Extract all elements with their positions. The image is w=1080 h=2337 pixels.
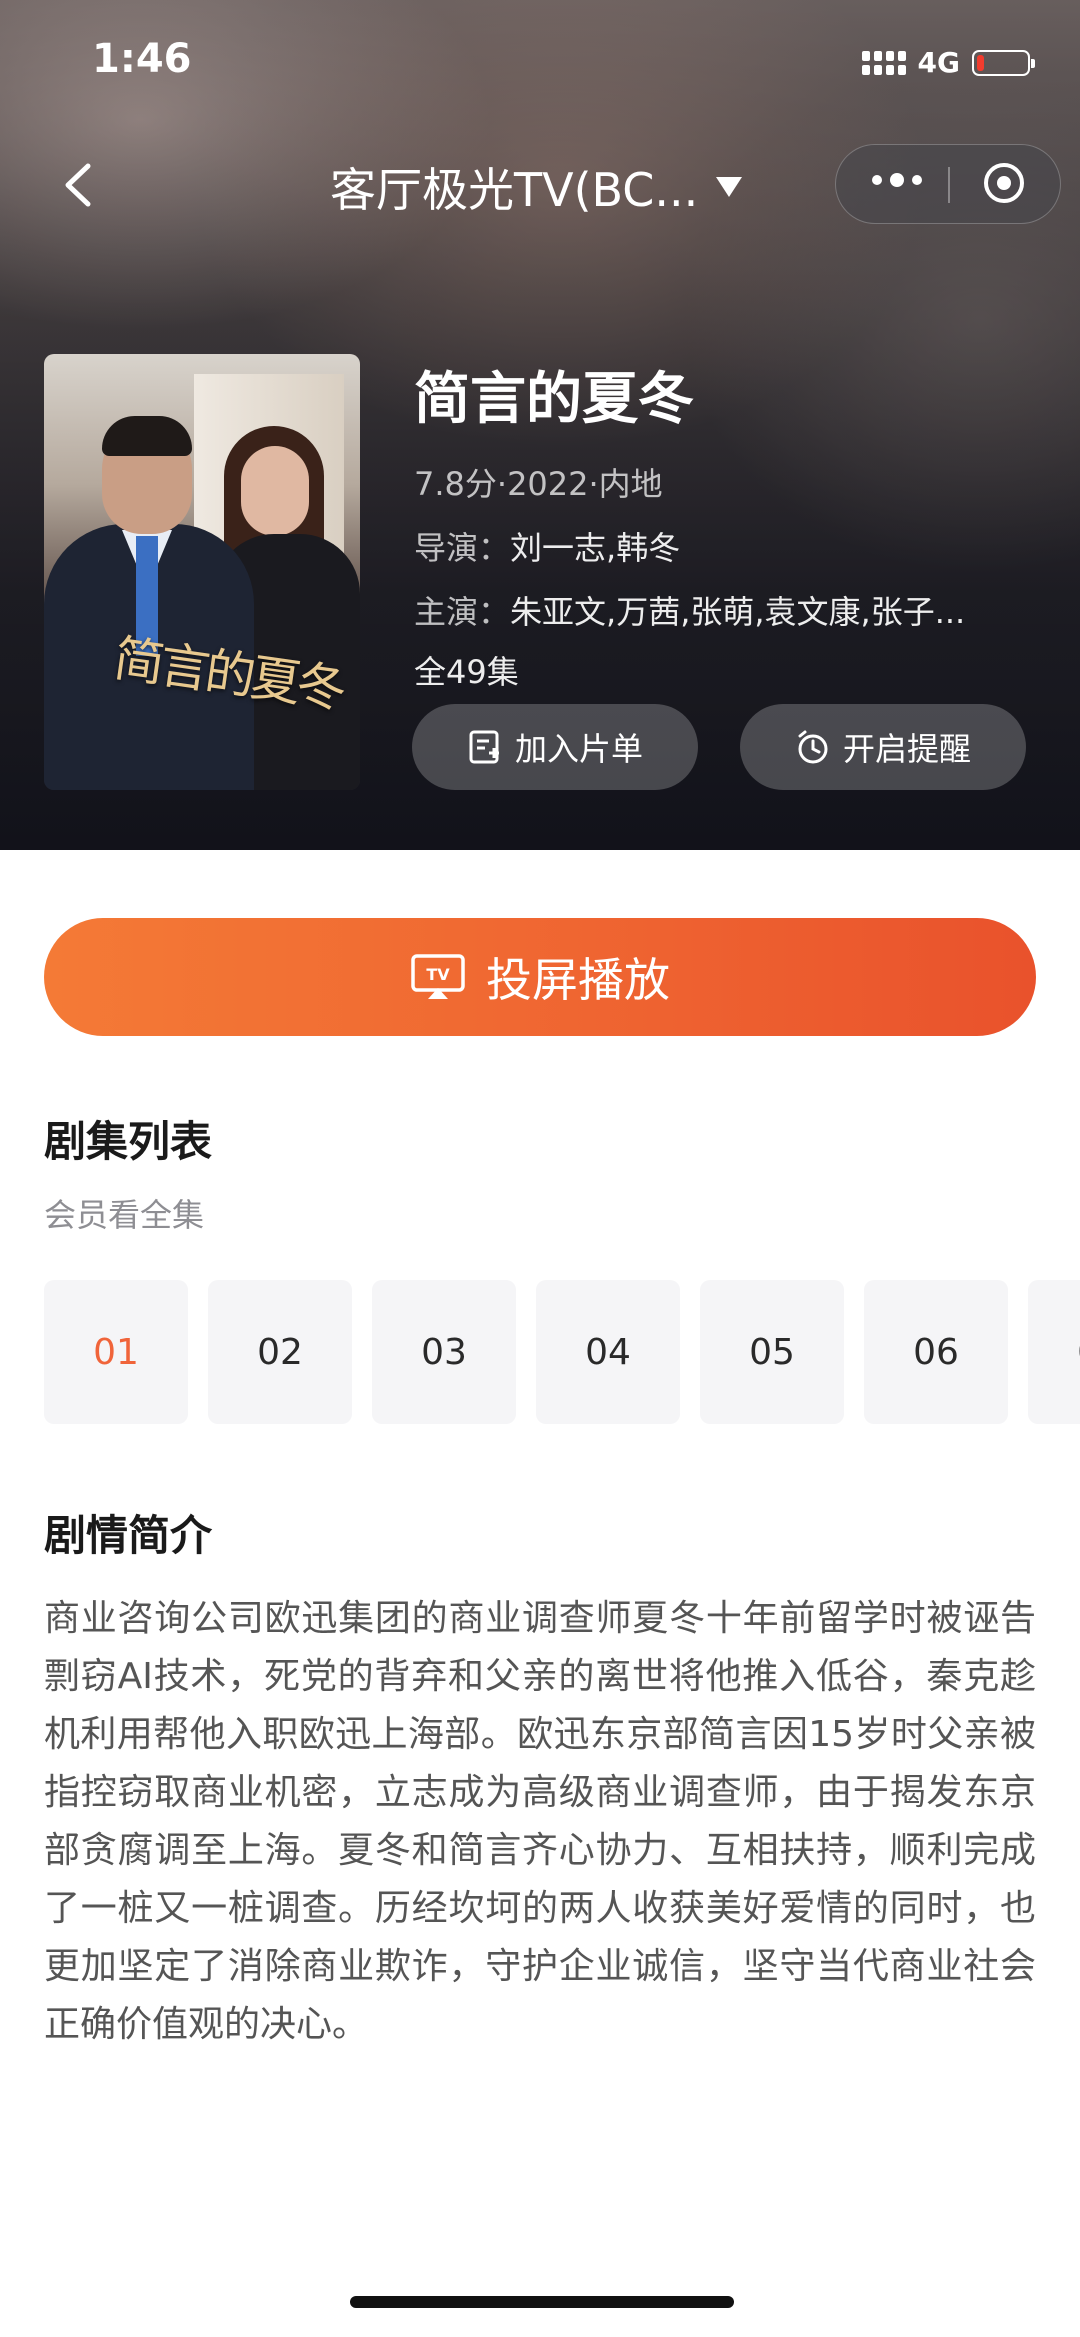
director-line: 导演：刘一志,韩冬 bbox=[414, 523, 965, 569]
episode-item[interactable]: 05 bbox=[700, 1280, 844, 1424]
status-time: 1:46 bbox=[92, 36, 192, 82]
director-label: 导演： bbox=[414, 529, 511, 567]
cast-play-label: 投屏播放 bbox=[486, 953, 670, 1007]
episodes-note: 会员看全集 bbox=[44, 1196, 205, 1234]
battery-level bbox=[977, 54, 984, 71]
svg-text:TV: TV bbox=[426, 965, 450, 984]
episode-item[interactable]: 07 bbox=[1028, 1280, 1080, 1424]
episode-item[interactable]: 06 bbox=[864, 1280, 1008, 1424]
episode-count: 全49集 bbox=[414, 653, 519, 691]
mini-program-capsule bbox=[835, 144, 1061, 224]
target-close-icon[interactable] bbox=[984, 163, 1024, 203]
status-bar: 1:46 4G bbox=[0, 0, 1080, 130]
episodes-title: 剧集列表 bbox=[44, 1117, 213, 1166]
show-info: 简言的夏冬 7.8分·2022·内地 导演：刘一志,韩冬 主演：朱亚文,万茜,张… bbox=[414, 354, 965, 693]
show-meta: 7.8分·2022·内地 bbox=[414, 465, 663, 503]
episode-item[interactable]: 02 bbox=[208, 1280, 352, 1424]
device-selector[interactable]: 客厅极光TV(BC... bbox=[330, 154, 743, 220]
show-poster: 简言的夏冬 bbox=[44, 354, 360, 790]
back-button[interactable] bbox=[58, 160, 98, 210]
list-add-icon bbox=[469, 730, 499, 764]
reminder-button[interactable]: 开启提醒 bbox=[740, 704, 1026, 790]
reminder-label: 开启提醒 bbox=[842, 730, 971, 768]
episode-item[interactable]: 01 bbox=[44, 1280, 188, 1424]
caret-down-icon bbox=[716, 177, 743, 197]
battery-icon bbox=[972, 49, 1035, 76]
chevron-left-icon bbox=[65, 163, 91, 207]
add-to-list-button[interactable]: 加入片单 bbox=[412, 704, 698, 790]
episode-list: 01 02 03 04 05 06 07 bbox=[44, 1280, 1080, 1424]
home-indicator[interactable] bbox=[350, 2296, 734, 2308]
more-dots-icon[interactable] bbox=[872, 173, 922, 187]
episode-item[interactable]: 03 bbox=[372, 1280, 516, 1424]
device-title: 客厅极光TV(BC... bbox=[330, 163, 699, 217]
synopsis-title: 剧情简介 bbox=[44, 1511, 213, 1560]
show-title: 简言的夏冬 bbox=[414, 367, 694, 432]
capsule-divider bbox=[948, 167, 950, 203]
tv-cast-icon: TV bbox=[411, 954, 465, 999]
show-actions: 加入片单 开启提醒 bbox=[412, 704, 1026, 790]
signal-icon bbox=[861, 50, 906, 75]
cast-label: 主演： bbox=[414, 593, 511, 631]
nav-bar: 客厅极光TV(BC... bbox=[0, 130, 1080, 240]
cast-line: 主演：朱亚文,万茜,张萌,袁文康,张子... bbox=[414, 587, 965, 633]
network-label: 4G bbox=[917, 46, 960, 79]
status-indicators: 4G bbox=[861, 46, 1035, 79]
cast-play-button[interactable]: TV 投屏播放 bbox=[44, 918, 1036, 1036]
directors: 刘一志,韩冬 bbox=[510, 529, 681, 567]
alarm-clock-icon bbox=[798, 730, 828, 764]
cast-names: 朱亚文,万茜,张萌,袁文康,张子... bbox=[510, 593, 966, 631]
add-to-list-label: 加入片单 bbox=[514, 730, 643, 768]
episode-item[interactable]: 04 bbox=[536, 1280, 680, 1424]
synopsis-text: 商业咨询公司欧迅集团的商业调查师夏冬十年前留学时被诬告剽窃AI技术，死党的背弃和… bbox=[44, 1598, 1036, 2045]
